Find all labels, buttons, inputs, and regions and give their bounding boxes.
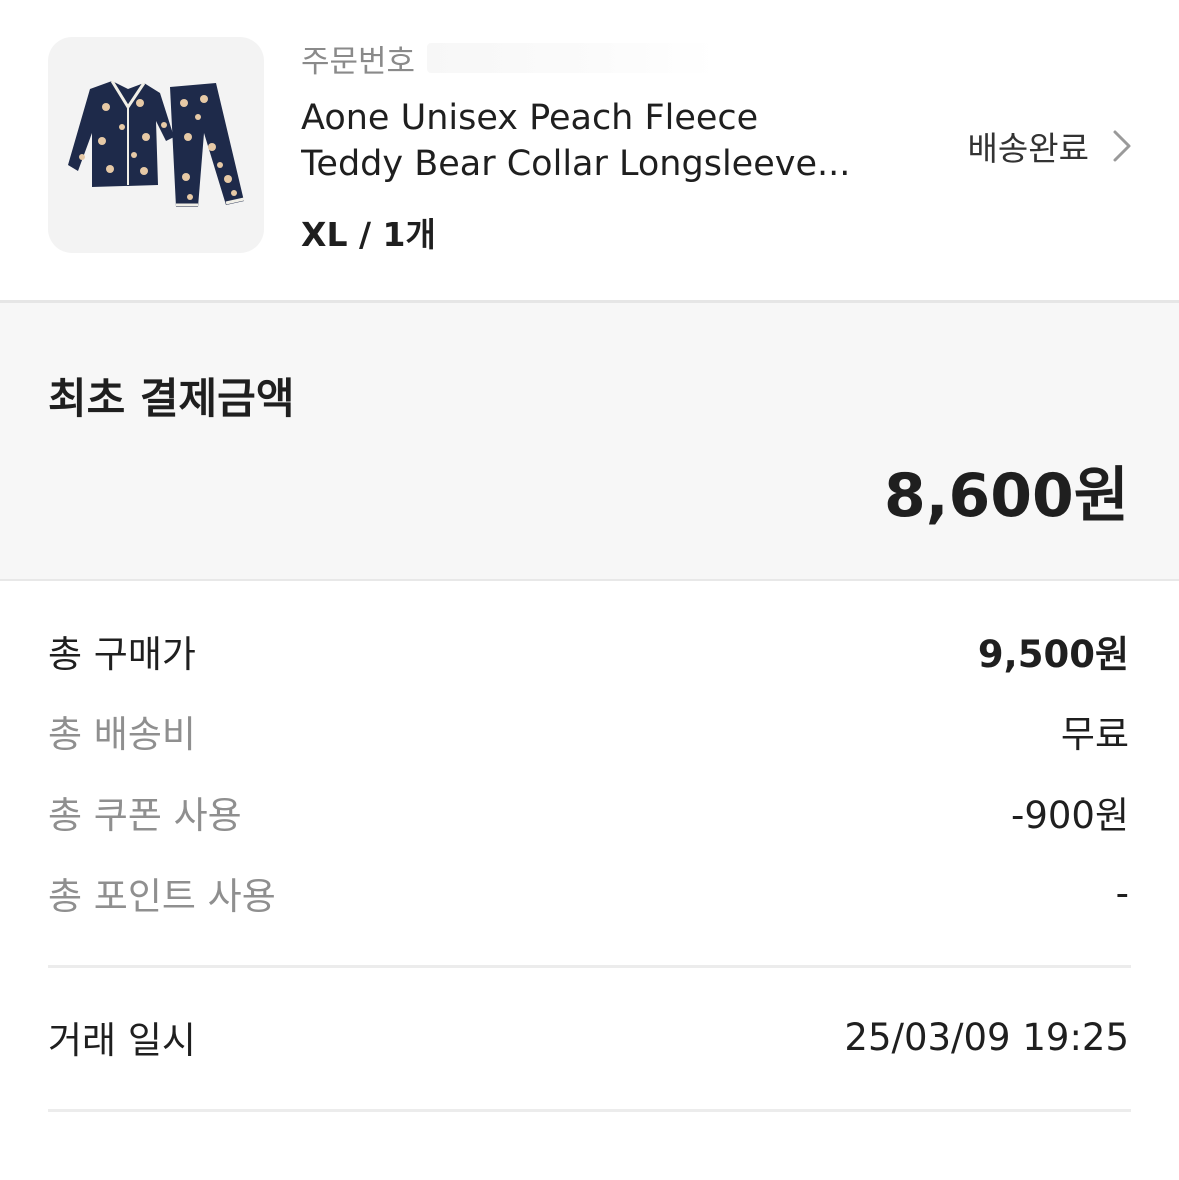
bottom-divider — [48, 1109, 1131, 1112]
product-name[interactable]: Aone Unisex Peach Fleece Teddy Bear Coll… — [301, 95, 881, 187]
delivery-status-label: 배송완료 — [967, 129, 1089, 168]
points-used-label: 총 포인트 사용 — [48, 875, 276, 918]
product-name-line1: Aone Unisex Peach Fleece — [301, 98, 759, 138]
initial-payment-panel: 최초 결제금액 8,600원 — [0, 303, 1179, 581]
total-price-value: 9,500원 — [977, 633, 1129, 676]
shipping-fee-row: 총 배송비 무료 — [48, 705, 1129, 757]
transaction-date-label: 거래 일시 — [48, 1019, 196, 1062]
points-used-row: 총 포인트 사용 - — [48, 867, 1129, 919]
coupon-used-row: 총 쿠폰 사용 -900원 — [48, 786, 1129, 838]
transaction-date-value: 25/03/09 19:25 — [844, 1015, 1129, 1059]
shipping-fee-value: 무료 — [1060, 713, 1129, 756]
points-used-value: - — [1115, 871, 1129, 915]
order-number-row: 주문번호 — [301, 38, 718, 80]
total-price-row: 총 구매가 9,500원 — [48, 625, 1129, 677]
product-option: XL / 1개 — [301, 215, 436, 254]
coupon-used-label: 총 쿠폰 사용 — [48, 794, 242, 837]
total-price-label: 총 구매가 — [48, 633, 196, 676]
details-divider — [48, 965, 1131, 968]
order-number-label: 주문번호 — [301, 43, 416, 80]
delivery-status-link[interactable]: 배송완료 — [968, 120, 1133, 172]
initial-payment-title: 최초 결제금액 — [48, 374, 295, 423]
order-header[interactable]: 주문번호 Aone Unisex Peach Fleece Teddy Bear… — [0, 0, 1179, 300]
transaction-date-row: 거래 일시 25/03/09 19:25 — [48, 1011, 1129, 1063]
product-thumbnail[interactable] — [48, 37, 264, 253]
order-number-redacted — [427, 43, 718, 73]
pajama-set-image — [68, 80, 245, 207]
shipping-fee-label: 총 배송비 — [48, 713, 196, 756]
product-name-line2: Teddy Bear Collar Longsleeve... — [301, 144, 851, 184]
coupon-used-value: -900원 — [1010, 794, 1129, 837]
initial-payment-amount: 8,600원 — [884, 461, 1129, 531]
chevron-right-icon — [1113, 130, 1131, 162]
